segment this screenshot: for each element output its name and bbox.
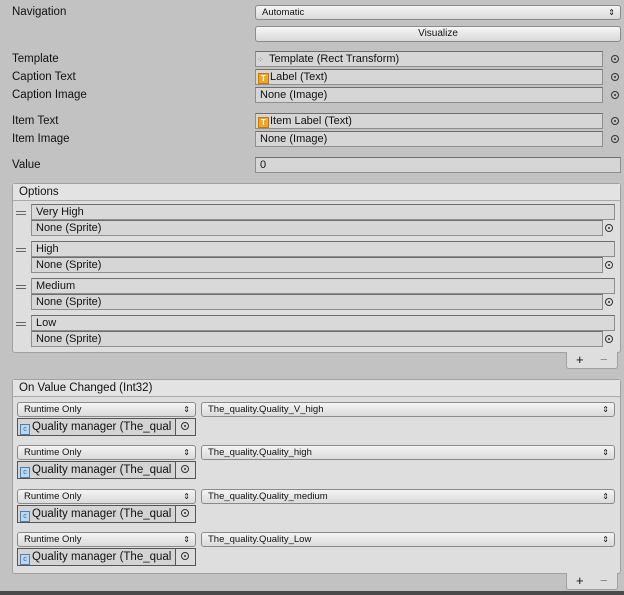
drag-handle-icon[interactable] (16, 248, 26, 252)
script-icon: c (20, 554, 30, 565)
target-object-field[interactable]: c Quality manager (The_qual (17, 461, 196, 479)
function-value: The_quality.Quality_medium (208, 491, 328, 502)
text-component-icon: T (258, 73, 269, 84)
script-icon: c (20, 511, 30, 522)
updown-arrow-icon: ⇕ (602, 535, 609, 544)
target-object-value: Quality manager (The_qual (32, 421, 172, 433)
function-value: The_quality.Quality_high (208, 447, 312, 458)
object-picker-icon (181, 552, 189, 560)
object-picker-icon (181, 465, 189, 473)
item-image-field[interactable]: None (Image) (255, 131, 603, 147)
runtime-mode-dropdown[interactable]: Runtime Only ⇕ (17, 532, 196, 547)
runtime-mode-value: Runtime Only (24, 534, 82, 545)
runtime-mode-dropdown[interactable]: Runtime Only ⇕ (17, 489, 196, 504)
template-field[interactable]: ⁘ Template (Rect Transform) (255, 51, 603, 67)
option-image-field[interactable]: None (Sprite) (31, 220, 603, 236)
add-listener-button[interactable]: + (576, 573, 584, 588)
runtime-mode-value: Runtime Only (24, 447, 82, 458)
template-label: Template (12, 53, 59, 65)
option-text-input[interactable]: High (31, 241, 615, 257)
object-picker-icon[interactable] (611, 117, 619, 125)
target-object-value: Quality manager (The_qual (32, 508, 172, 520)
object-picker-button[interactable] (175, 419, 195, 435)
navigation-dropdown[interactable]: Automatic ⇕ (255, 5, 621, 20)
text-component-icon: T (258, 117, 269, 128)
function-dropdown[interactable]: The_quality.Quality_medium ⇕ (201, 489, 615, 504)
runtime-mode-value: Runtime Only (24, 404, 82, 415)
option-text-input[interactable]: Low (31, 315, 615, 331)
drag-handle-icon[interactable] (16, 322, 26, 326)
option-image-field[interactable]: None (Sprite) (31, 331, 603, 347)
function-dropdown[interactable]: The_quality.Quality_V_high ⇕ (201, 402, 615, 417)
bottom-divider (0, 591, 624, 595)
option-image-field[interactable]: None (Sprite) (31, 257, 603, 273)
object-picker-icon[interactable] (605, 224, 613, 232)
object-picker-icon[interactable] (605, 261, 613, 269)
object-picker-icon (181, 422, 189, 430)
option-image-field[interactable]: None (Sprite) (31, 294, 603, 310)
script-icon: c (20, 424, 30, 435)
caption-text-label: Caption Text (12, 71, 76, 83)
updown-arrow-icon: ⇕ (602, 405, 609, 414)
event-footer: + − (566, 573, 618, 590)
function-value: The_quality.Quality_Low (208, 534, 312, 545)
updown-arrow-icon: ⇕ (602, 492, 609, 501)
object-picker-button[interactable] (175, 462, 195, 478)
caption-image-label: Caption Image (12, 89, 87, 101)
script-icon: c (20, 467, 30, 478)
updown-arrow-icon: ⇕ (183, 535, 190, 544)
target-object-value: Quality manager (The_qual (32, 551, 172, 563)
caption-image-field[interactable]: None (Image) (255, 87, 603, 103)
target-object-field[interactable]: c Quality manager (The_qual (17, 418, 196, 436)
value-input[interactable]: 0 (255, 157, 621, 173)
visualize-button[interactable]: Visualize (255, 26, 621, 42)
remove-option-button[interactable]: − (600, 352, 608, 367)
target-object-value: Quality manager (The_qual (32, 464, 172, 476)
add-option-button[interactable]: + (576, 352, 584, 367)
option-text-input[interactable]: Very High (31, 204, 615, 220)
navigation-label: Navigation (12, 6, 67, 18)
updown-arrow-icon: ⇕ (608, 8, 615, 17)
object-picker-icon (181, 509, 189, 517)
drag-handle-icon[interactable] (16, 285, 26, 289)
object-picker-icon[interactable] (611, 135, 619, 143)
template-value: Template (Rect Transform) (269, 53, 400, 65)
object-picker-button[interactable] (175, 506, 195, 522)
function-value: The_quality.Quality_V_high (208, 404, 324, 415)
function-dropdown[interactable]: The_quality.Quality_Low ⇕ (201, 532, 615, 547)
updown-arrow-icon: ⇕ (183, 492, 190, 501)
item-text-label: Item Text (12, 115, 59, 127)
target-object-field[interactable]: c Quality manager (The_qual (17, 548, 196, 566)
option-text-input[interactable]: Medium (31, 278, 615, 294)
options-header: Options (13, 184, 620, 201)
item-image-label: Item Image (12, 133, 70, 145)
object-picker-icon[interactable] (611, 91, 619, 99)
object-picker-icon[interactable] (605, 298, 613, 306)
remove-listener-button[interactable]: − (600, 573, 608, 588)
object-picker-icon[interactable] (611, 55, 619, 63)
object-picker-button[interactable] (175, 549, 195, 565)
target-object-field[interactable]: c Quality manager (The_qual (17, 505, 196, 523)
item-text-value: Item Label (Text) (270, 115, 352, 127)
function-dropdown[interactable]: The_quality.Quality_high ⇕ (201, 445, 615, 460)
item-text-field[interactable]: T Item Label (Text) (255, 113, 603, 129)
object-picker-icon[interactable] (611, 73, 619, 81)
rect-transform-icon: ⁘ (257, 55, 264, 64)
object-picker-icon[interactable] (605, 335, 613, 343)
caption-text-field[interactable]: T Label (Text) (255, 69, 603, 85)
runtime-mode-value: Runtime Only (24, 491, 82, 502)
navigation-value: Automatic (262, 7, 305, 18)
updown-arrow-icon: ⇕ (602, 448, 609, 457)
value-label: Value (12, 159, 41, 171)
updown-arrow-icon: ⇕ (183, 405, 190, 414)
updown-arrow-icon: ⇕ (183, 448, 190, 457)
runtime-mode-dropdown[interactable]: Runtime Only ⇕ (17, 402, 196, 417)
caption-text-value: Label (Text) (270, 71, 328, 83)
runtime-mode-dropdown[interactable]: Runtime Only ⇕ (17, 445, 196, 460)
drag-handle-icon[interactable] (16, 211, 26, 215)
event-header: On Value Changed (Int32) (13, 380, 620, 397)
options-footer: + − (566, 352, 618, 369)
